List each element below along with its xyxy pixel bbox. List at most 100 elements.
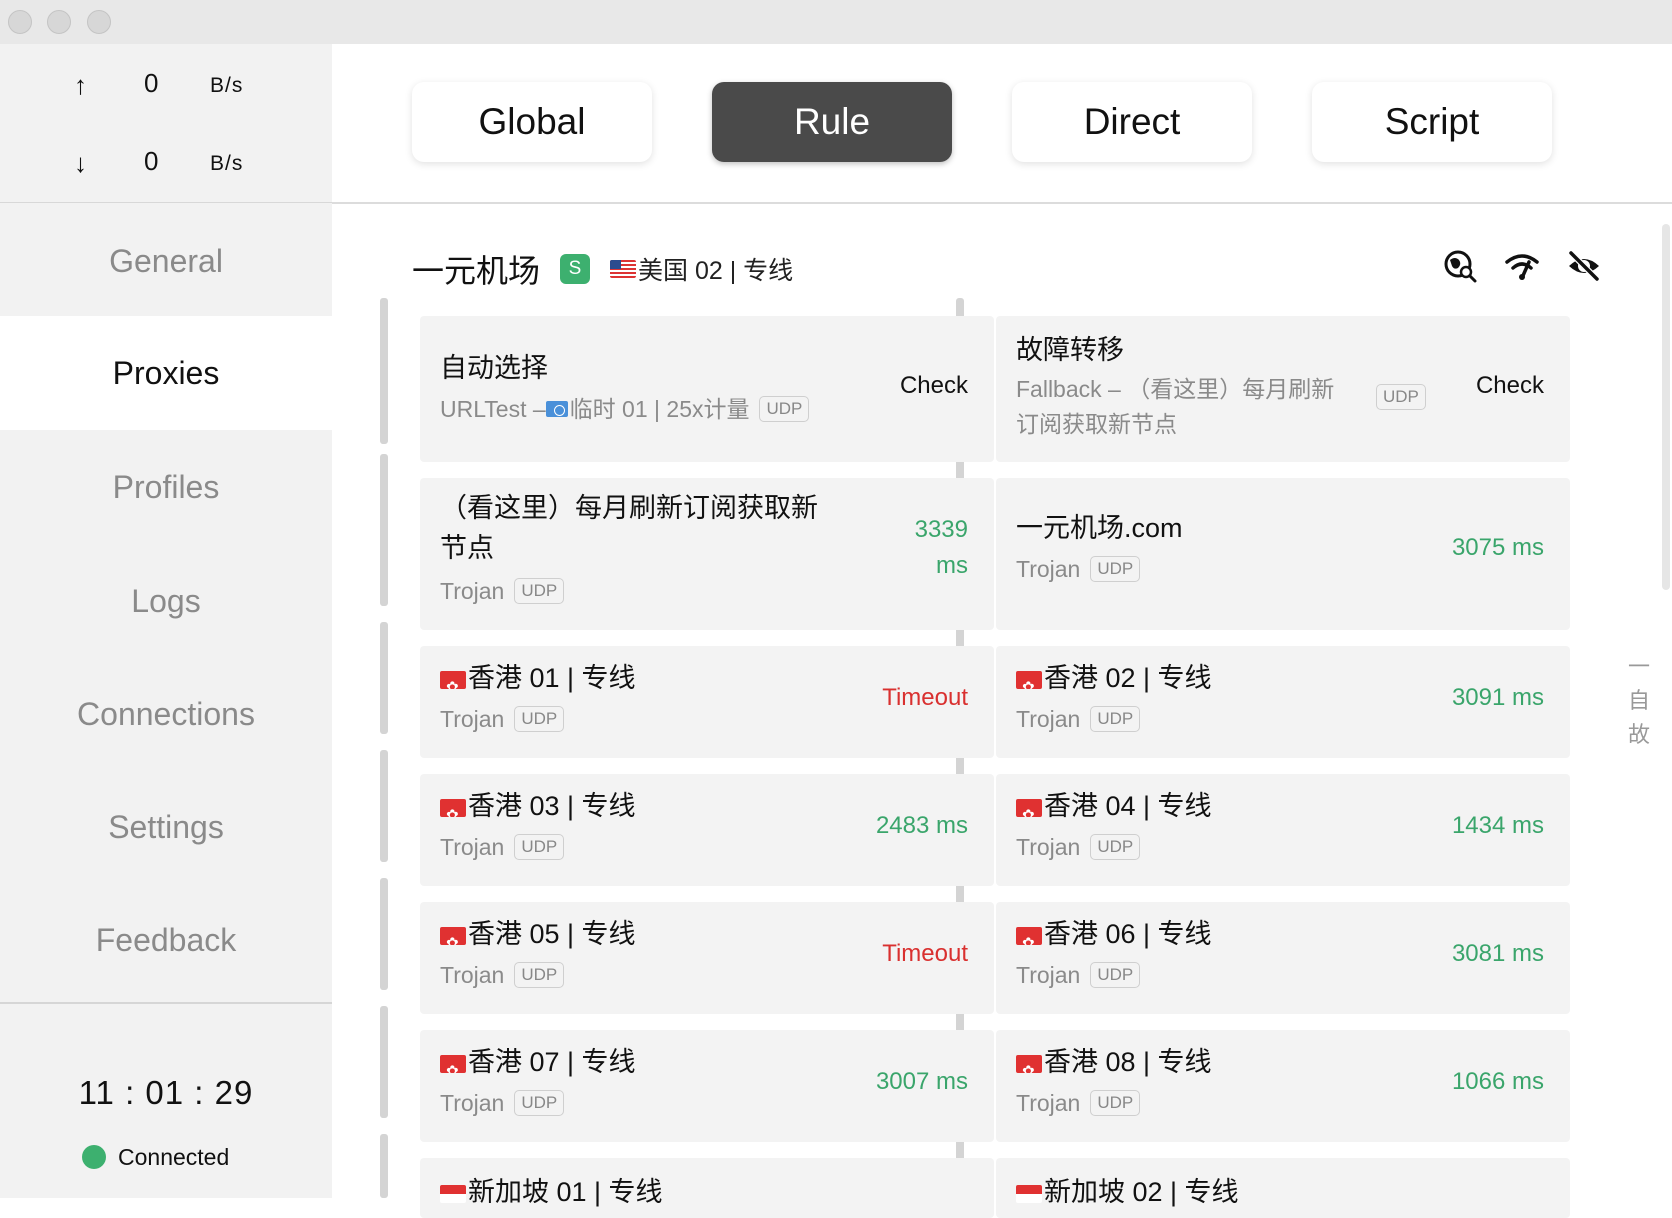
card-title: 新加坡 02 | 专线 [1016,1172,1239,1212]
check-button[interactable]: Check [1476,372,1544,400]
download-unit: B/s [210,152,244,175]
proxy-card-fallback[interactable]: 故障转移 Fallback – （看这里）每月刷新 订阅获取新节点 UDP Ch… [996,316,1570,462]
group-index: 一 自 故 [1624,650,1654,752]
close-window-button[interactable] [8,10,32,34]
proxy-card[interactable]: 香港 05 | 专线 Trojan UDP Timeout [420,902,994,1014]
nav-proxies[interactable]: Proxies [0,316,332,430]
card-title: 香港 03 | 专线 [440,786,636,826]
card-title: 香港 08 | 专线 [1016,1042,1212,1082]
card-subtitle: Fallback – （看这里）每月刷新 [1016,376,1335,402]
card-subtitle: Trojan UDP [440,1086,565,1120]
latency-value: Timeout [882,684,968,711]
upload-arrow-icon: ↑ [74,70,87,100]
mode-global-button[interactable]: Global [412,82,652,162]
card-accent-bar [380,750,388,862]
wifi-speed-icon[interactable] [1504,248,1540,284]
card-accent-bar [380,622,388,734]
proxy-card[interactable]: 一元机场.com Trojan UDP 3075 ms [996,478,1570,630]
sidebar: ↑ 0 B/s ↓ 0 B/s General Proxies Profiles… [0,44,332,1198]
card-accent-bar [380,1006,388,1118]
card-subtitle-line2: 订阅获取新节点 [1016,411,1177,437]
download-arrow-icon: ↓ [74,148,87,178]
card-subtitle: Trojan UDP [1016,702,1141,736]
group-index-item[interactable]: 故 [1624,718,1654,752]
card-title: 自动选择 [440,353,548,383]
card-title: 香港 06 | 专线 [1016,914,1212,954]
udp-badge: UDP [1090,962,1141,988]
proxy-name: 香港 07 | 专线 [468,1047,636,1077]
latency-unit: ms [936,552,968,579]
udp-badge: UDP [514,834,565,860]
selected-proxy-label: 美国 02 | 专线 [638,257,794,285]
udp-badge: UDP [759,396,810,422]
status-label: Connected [118,1143,230,1170]
minimize-window-button[interactable] [47,10,71,34]
un-flag-icon [545,401,568,417]
traffic-speed-panel: ↑ 0 B/s ↓ 0 B/s [0,44,332,202]
search-location-icon[interactable] [1442,248,1478,284]
nav-settings[interactable]: Settings [0,770,332,884]
nav-feedback[interactable]: Feedback [0,883,332,997]
us-flag-icon [610,260,637,278]
nav-general[interactable]: General [0,204,332,318]
proxy-card-urltest[interactable]: 自动选择 URLTest – 临时 01 | 25x计量 UDP Check [420,316,994,462]
udp-badge: UDP [1090,834,1141,860]
latency-value: 3075 ms [1451,534,1544,561]
mode-script-button[interactable]: Script [1312,82,1552,162]
proxy-card[interactable]: 香港 02 | 专线 Trojan UDP 3091 ms [996,646,1570,758]
hk-flag-icon [1016,798,1042,817]
mode-direct-button[interactable]: Direct [1012,82,1252,162]
hk-flag-icon [1016,1054,1042,1073]
eye-off-icon[interactable] [1566,248,1602,284]
scrollbar[interactable] [1662,224,1670,590]
card-subtitle: Trojan UDP [440,958,565,992]
uptime-clock: 11 : 01 : 29 [78,1074,254,1111]
main-panel: Global Rule Direct Script 一元机场 S 美国 02 |… [332,44,1672,1218]
latency-value: 3091 ms [1451,684,1544,711]
proxy-card[interactable]: 香港 03 | 专线 Trojan UDP 2483 ms [420,774,994,886]
group-index-item[interactable]: 一 [1624,650,1654,684]
connection-status: Connected [82,1142,229,1172]
proxy-type: Trojan [1016,556,1081,582]
proxy-card[interactable]: 香港 07 | 专线 Trojan UDP 3007 ms [420,1030,994,1142]
proxy-group-header[interactable]: 一元机场 S 美国 02 | 专线 [412,244,793,294]
check-button[interactable]: Check [900,372,968,400]
proxy-card[interactable]: 香港 06 | 专线 Trojan UDP 3081 ms [996,902,1570,1014]
card-title: 故障转移 [1016,335,1124,365]
latency-value: 2483 ms [875,812,968,839]
latency-value: 3007 ms [875,1068,968,1095]
card-subtitle: Trojan UDP [440,574,565,608]
hk-flag-icon [1016,670,1042,689]
proxy-card[interactable]: 香港 04 | 专线 Trojan UDP 1434 ms [996,774,1570,886]
udp-badge: UDP [514,962,565,988]
nav-logs[interactable]: Logs [0,544,332,658]
proxy-name: 香港 04 | 专线 [1044,791,1212,821]
proxy-card[interactable]: 香港 01 | 专线 Trojan UDP Timeout [420,646,994,758]
card-subtitle: Trojan UDP [1016,552,1141,586]
proxy-card[interactable]: 新加坡 01 | 专线 [420,1158,994,1218]
hk-flag-icon [440,670,466,689]
proxy-card[interactable]: 新加坡 02 | 专线 [996,1158,1570,1218]
card-subtitle: Trojan UDP [1016,830,1141,864]
udp-badge: UDP [1376,384,1426,410]
proxy-card[interactable]: 香港 08 | 专线 Trojan UDP 1066 ms [996,1030,1570,1142]
upload-speed: ↑ 0 B/s [70,66,270,106]
udp-badge: UDP [1090,556,1141,582]
proxy-name: 香港 05 | 专线 [468,919,636,949]
sg-flag-icon [440,1184,466,1203]
zoom-window-button[interactable] [87,10,111,34]
group-index-item[interactable]: 自 [1624,684,1654,718]
download-value: 0 [144,146,159,176]
card-subtitle: Trojan UDP [1016,958,1141,992]
proxy-type: Trojan [440,962,505,988]
group-name: 一元机场 [412,253,541,289]
latency-value: 1434 ms [1451,812,1544,839]
nav-profiles[interactable]: Profiles [0,430,332,544]
group-actions [1442,248,1602,284]
card-title: 香港 04 | 专线 [1016,786,1212,826]
proxy-card[interactable]: （看这里）每月刷新订阅获取新 节点 Trojan UDP 3339 ms [420,478,994,630]
proxy-name: 香港 08 | 专线 [1044,1047,1212,1077]
nav-connections[interactable]: Connections [0,657,332,771]
card-accent-bar [380,878,388,990]
mode-rule-button[interactable]: Rule [712,82,952,162]
